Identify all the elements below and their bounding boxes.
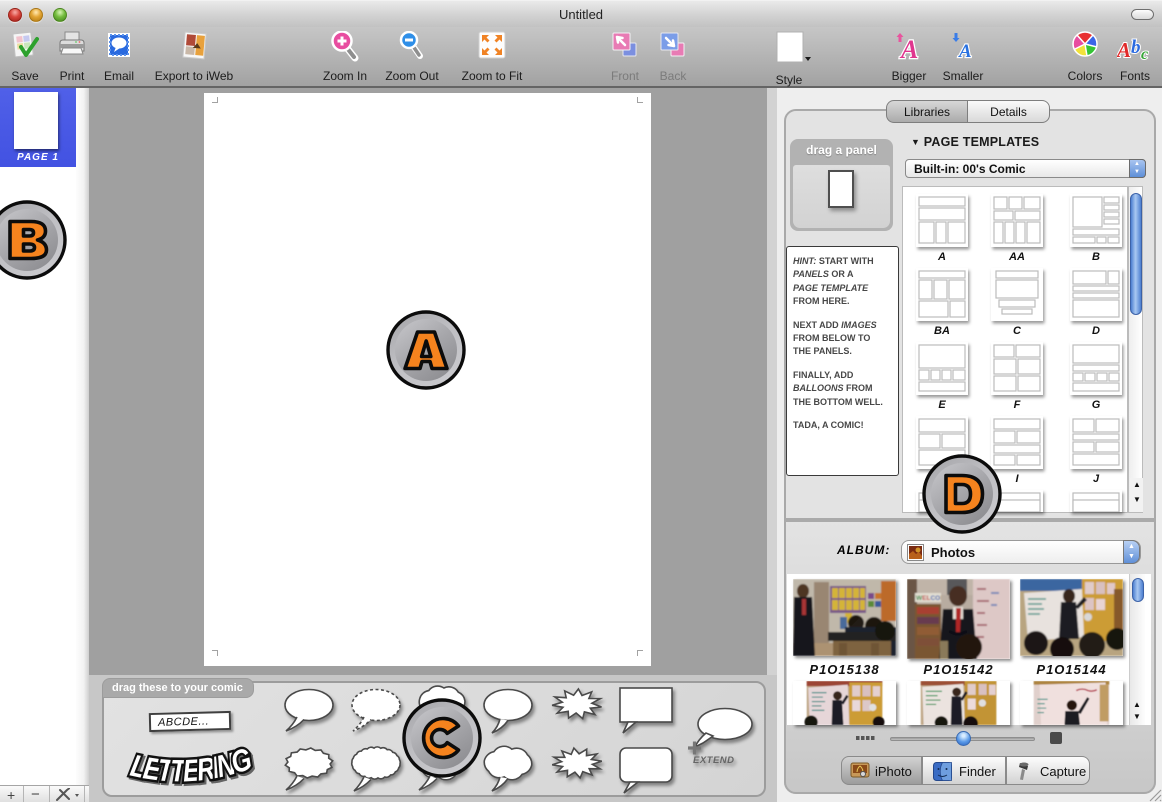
svg-text:A: A	[958, 41, 972, 62]
svg-text:c: c	[1141, 46, 1148, 61]
svg-text:A: A	[1117, 38, 1131, 61]
svg-text:A: A	[899, 35, 918, 63]
svg-text:EXTEND: EXTEND	[693, 755, 735, 766]
svg-text:LETTERING: LETTERING	[127, 743, 255, 789]
svg-text:b: b	[1131, 37, 1141, 58]
